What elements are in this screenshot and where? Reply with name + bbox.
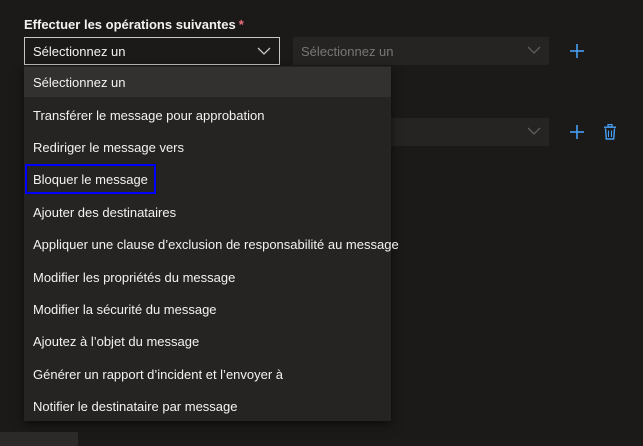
operation-select[interactable]: Sélectionnez un <box>24 37 280 65</box>
dropdown-option[interactable]: Sélectionnez un <box>24 67 391 97</box>
chevron-down-icon <box>527 46 541 54</box>
section-label-text: Effectuer les opérations suivantes <box>24 17 236 32</box>
required-mark: * <box>238 17 244 32</box>
add-icon <box>570 44 584 58</box>
section-label: Effectuer les opérations suivantes * <box>24 17 244 32</box>
dropdown-option[interactable]: Appliquer une clause d’exclusion de resp… <box>24 229 399 259</box>
trash-icon <box>604 124 616 140</box>
operation-select-value: Sélectionnez un <box>33 43 126 59</box>
dropdown-option[interactable]: Modifier les propriétés du message <box>24 262 391 292</box>
dropdown-option[interactable]: Notifier le destinataire par message <box>24 391 391 421</box>
add-icon <box>570 125 584 139</box>
add-row-button[interactable] <box>568 123 586 141</box>
dropdown-option[interactable]: Générer un rapport d’incident et l’envoy… <box>24 359 391 389</box>
chevron-down-icon <box>527 127 541 135</box>
option-highlight-box <box>25 164 156 194</box>
operation-value-placeholder: Sélectionnez un <box>301 43 394 59</box>
add-action-button[interactable] <box>568 42 586 60</box>
dropdown-option[interactable]: Ajoutez à l’objet du message <box>24 326 391 356</box>
bottom-panel-edge <box>0 432 78 446</box>
dropdown-option[interactable]: Transférer le message pour approbation <box>24 100 391 130</box>
dropdown-option[interactable]: Rediriger le message vers <box>24 132 391 162</box>
dropdown-option[interactable]: Modifier la sécurité du message <box>24 294 391 324</box>
chevron-down-icon <box>257 47 271 55</box>
operation-dropdown-menu: Sélectionnez un Transférer le message po… <box>24 66 399 421</box>
operation-value-select[interactable]: Sélectionnez un <box>293 37 549 65</box>
dropdown-option[interactable]: Ajouter des destinataires <box>24 197 391 227</box>
delete-row-button[interactable] <box>601 123 619 141</box>
